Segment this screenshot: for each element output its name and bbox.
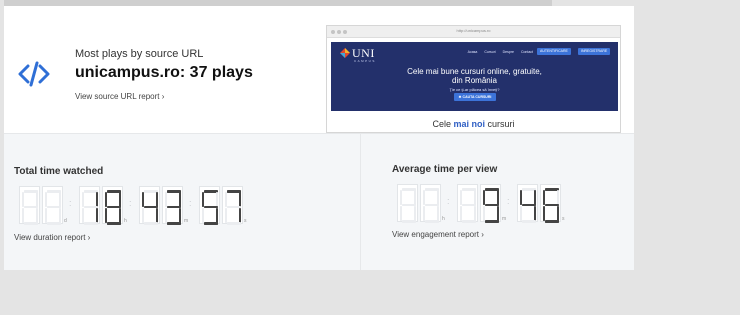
- stats-divider: [360, 133, 361, 270]
- average-time-per-view-title: Average time per view: [392, 164, 498, 175]
- timer-digit: [457, 184, 478, 223]
- timer-digit: [79, 186, 100, 225]
- preview-register-button: INREGISTRARE: [578, 48, 611, 55]
- preview-section-text: Cele: [432, 119, 454, 129]
- source-page-preview[interactable]: http://unicampus.ro UNI CAMPUS Acasa Cur…: [326, 25, 621, 133]
- timer-unit-label: s: [244, 218, 247, 224]
- total-time-counter: d: h: m: s: [19, 186, 319, 228]
- unicampus-logo-icon: [340, 48, 350, 58]
- timer-separator: :: [69, 198, 72, 208]
- timer-unit-label: h: [124, 218, 127, 224]
- timer-separator: :: [507, 196, 510, 206]
- logo-subtext: CAMPUS: [354, 59, 376, 63]
- timer-unit-label: h: [442, 216, 445, 222]
- preview-section-text: cursuri: [485, 119, 515, 129]
- preview-hero: UNI CAMPUS Acasa Cursuri Despre Contact …: [331, 42, 618, 111]
- timer-digit: [19, 186, 40, 225]
- timer-unit-label: s: [562, 216, 565, 222]
- timer-digit: [517, 184, 538, 223]
- source-title: Most plays by source URL: [75, 48, 204, 60]
- analytics-card: Most plays by source URL unicampus.ro: 3…: [4, 0, 634, 270]
- preview-hero-question: Ţie ce ţi-ar plăcea să înveţi?: [449, 87, 500, 92]
- timer-digit: [222, 186, 243, 225]
- timer-digit: [199, 186, 220, 225]
- preview-nav-item: Contact: [520, 50, 533, 54]
- preview-url: http://unicampus.ro: [456, 28, 491, 33]
- preview-search-courses-button: ✱ CAUTA CURSURI: [454, 93, 496, 101]
- view-duration-report-link[interactable]: View duration report ›: [14, 233, 90, 242]
- preview-login-button: AUTENTIFICARE: [537, 48, 571, 55]
- timer-unit-label: m: [184, 218, 189, 224]
- preview-nav: Acasa Cursuri Despre Contact: [468, 50, 533, 54]
- timer-unit-label: d: [64, 218, 67, 224]
- preview-nav-item: Acasa: [467, 50, 478, 54]
- preview-section-heading: Cele mai noi cursuri: [327, 119, 620, 129]
- preview-browser-bar: http://unicampus.ro: [327, 26, 620, 38]
- timer-digit: [480, 184, 501, 223]
- timer-digit: [540, 184, 561, 223]
- timer-unit-label: m: [502, 216, 507, 222]
- timer-separator: :: [447, 196, 450, 206]
- timer-separator: :: [129, 198, 132, 208]
- timer-digit: [139, 186, 160, 225]
- source-section: Most plays by source URL unicampus.ro: 3…: [4, 6, 634, 133]
- timer-digit: [162, 186, 183, 225]
- preview-section-highlight: mai noi: [453, 119, 485, 129]
- preview-hero-line: Cele mai bune cursuri online, gratuite,: [407, 67, 542, 76]
- total-time-watched-title: Total time watched: [14, 166, 104, 177]
- timer-digit: [420, 184, 441, 223]
- timer-digit: [42, 186, 63, 225]
- top-source-value: unicampus.ro: 37 plays: [75, 64, 253, 81]
- average-time-counter: h: m: s: [397, 184, 622, 226]
- view-source-url-report-link[interactable]: View source URL report ›: [75, 92, 164, 101]
- preview-hero-line: din România: [452, 76, 497, 85]
- code-icon: [18, 61, 50, 87]
- preview-hero-headline: Cele mai bune cursuri online, gratuite, …: [331, 67, 618, 85]
- preview-nav-item: Despre: [502, 50, 514, 54]
- view-engagement-report-link[interactable]: View engagement report ›: [392, 230, 484, 239]
- timer-digit: [102, 186, 123, 225]
- timer-digit: [397, 184, 418, 223]
- timer-separator: :: [189, 198, 192, 208]
- preview-nav-item: Cursuri: [484, 50, 496, 54]
